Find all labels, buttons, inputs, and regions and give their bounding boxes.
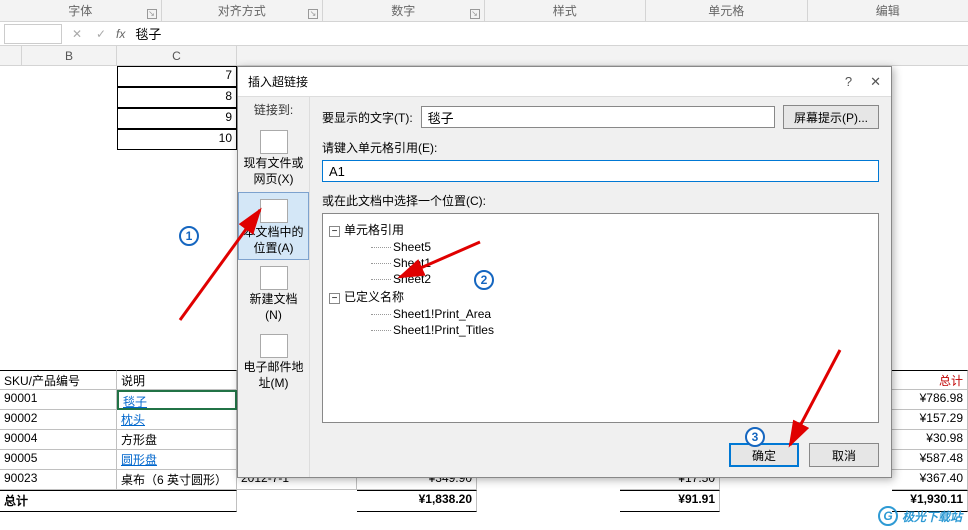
watermark-icon: G	[878, 506, 898, 526]
formula-bar: ✕ ✓ fx	[0, 22, 968, 46]
cell-sku-2[interactable]: 90004	[0, 430, 117, 450]
header-desc: 说明	[117, 370, 237, 390]
screentip-button[interactable]: 屏幕提示(P)...	[783, 105, 879, 129]
launcher-icon[interactable]: ↘	[147, 9, 157, 19]
watermark: G 极光下载站	[878, 506, 962, 526]
cell-desc-0[interactable]: 毯子	[117, 390, 237, 410]
cell-sku-1[interactable]: 90002	[0, 410, 117, 430]
cell-sku-4[interactable]: 90023	[0, 470, 117, 490]
annotation-badge-2: 2	[474, 270, 494, 290]
tree-printarea[interactable]: Sheet1!Print_Area	[393, 307, 491, 321]
tree-cellrefs[interactable]: 单元格引用	[344, 223, 404, 237]
group-style[interactable]: 样式	[485, 0, 647, 21]
cellref-input[interactable]	[322, 160, 879, 182]
cell-sku-0[interactable]: 90001	[0, 390, 117, 410]
location-tree[interactable]: −单元格引用 Sheet5 Sheet1 Sheet2 −已定义名称 Sheet…	[322, 213, 879, 423]
cell-total-4[interactable]: ¥367.40	[892, 470, 968, 490]
footer-label: 总计	[0, 490, 237, 512]
location-label: 或在此文档中选择一个位置(C):	[322, 192, 879, 209]
insert-hyperlink-dialog: 插入超链接 ? ✕ 链接到: 现有文件或网页(X) 本文档中的位置(A) 新建文…	[237, 66, 892, 478]
dialog-title: 插入超链接	[248, 73, 308, 90]
collapse-icon[interactable]: −	[329, 226, 340, 237]
linkto-panel: 链接到: 现有文件或网页(X) 本文档中的位置(A) 新建文档(N) 电子邮件地…	[238, 97, 310, 477]
group-number[interactable]: 数字↘	[323, 0, 485, 21]
linkto-mail[interactable]: 电子邮件地址(M)	[238, 328, 309, 396]
cell-total-3[interactable]: ¥587.48	[892, 450, 968, 470]
ribbon: 字体↘ 对齐方式↘ 数字↘ 样式 单元格 编辑	[0, 0, 968, 22]
column-headers: B C	[0, 46, 968, 66]
tree-printtitles[interactable]: Sheet1!Print_Titles	[393, 323, 494, 337]
fx-icon[interactable]: fx	[116, 27, 125, 41]
tree-defnames[interactable]: 已定义名称	[344, 290, 404, 304]
doc-icon	[260, 199, 288, 223]
column-b[interactable]: B	[22, 46, 117, 65]
cellref-label: 请键入单元格引用(E):	[322, 139, 879, 156]
close-icon[interactable]: ✕	[870, 74, 881, 90]
cell-total-2[interactable]: ¥30.98	[892, 430, 968, 450]
collapse-icon[interactable]: −	[329, 293, 340, 304]
tree-sheet5[interactable]: Sheet5	[393, 240, 431, 254]
cancel-icon[interactable]: ✕	[70, 27, 84, 41]
header-total: 总计	[892, 370, 968, 390]
display-text-input[interactable]	[421, 106, 775, 128]
tree-sheet1[interactable]: Sheet1	[393, 256, 431, 270]
cell-c5[interactable]: 9	[117, 108, 237, 129]
new-icon	[260, 266, 288, 290]
select-all[interactable]	[0, 46, 22, 65]
linkto-doc[interactable]: 本文档中的位置(A)	[238, 192, 309, 260]
cell-total-0[interactable]: ¥786.98	[892, 390, 968, 410]
name-box[interactable]	[4, 24, 62, 44]
cell-desc-3[interactable]: 圆形盘	[117, 450, 237, 470]
annotation-badge-1: 1	[179, 226, 199, 246]
tree-sheet2[interactable]: Sheet2	[393, 272, 431, 286]
dialog-titlebar[interactable]: 插入超链接 ? ✕	[238, 67, 891, 97]
footer-v1: ¥1,838.20	[357, 490, 477, 512]
header-sku: SKU/产品编号	[0, 370, 117, 390]
footer-v2: ¥91.91	[620, 490, 720, 512]
enter-icon[interactable]: ✓	[94, 27, 108, 41]
cancel-button[interactable]: 取消	[809, 443, 879, 467]
group-edit[interactable]: 编辑	[808, 0, 968, 21]
cell-desc-1[interactable]: 枕头	[117, 410, 237, 430]
linkto-label: 链接到:	[238, 101, 309, 118]
help-icon[interactable]: ?	[845, 74, 852, 90]
linkto-new[interactable]: 新建文档(N)	[238, 260, 309, 328]
launcher-icon[interactable]: ↘	[470, 9, 480, 19]
cell-c6[interactable]: 10	[117, 129, 237, 150]
cell-desc-2[interactable]: 方形盘	[117, 430, 237, 450]
mail-icon	[260, 334, 288, 358]
cell-sku-3[interactable]: 90005	[0, 450, 117, 470]
launcher-icon[interactable]: ↘	[308, 9, 318, 19]
ok-button[interactable]: 确定	[729, 443, 799, 467]
formula-input[interactable]	[133, 24, 968, 43]
cell-c3[interactable]: 7	[117, 66, 237, 87]
column-c[interactable]: C	[117, 46, 237, 65]
display-text-label: 要显示的文字(T):	[322, 109, 413, 126]
cell-desc-4[interactable]: 桌布（6 英寸圆形）	[117, 470, 237, 490]
group-cell[interactable]: 单元格	[646, 0, 808, 21]
cell-c4[interactable]: 8	[117, 87, 237, 108]
group-align[interactable]: 对齐方式↘	[162, 0, 324, 21]
cell-total-1[interactable]: ¥157.29	[892, 410, 968, 430]
linkto-file[interactable]: 现有文件或网页(X)	[238, 124, 309, 192]
group-font[interactable]: 字体↘	[0, 0, 162, 21]
annotation-badge-3: 3	[745, 427, 765, 447]
file-icon	[260, 130, 288, 154]
